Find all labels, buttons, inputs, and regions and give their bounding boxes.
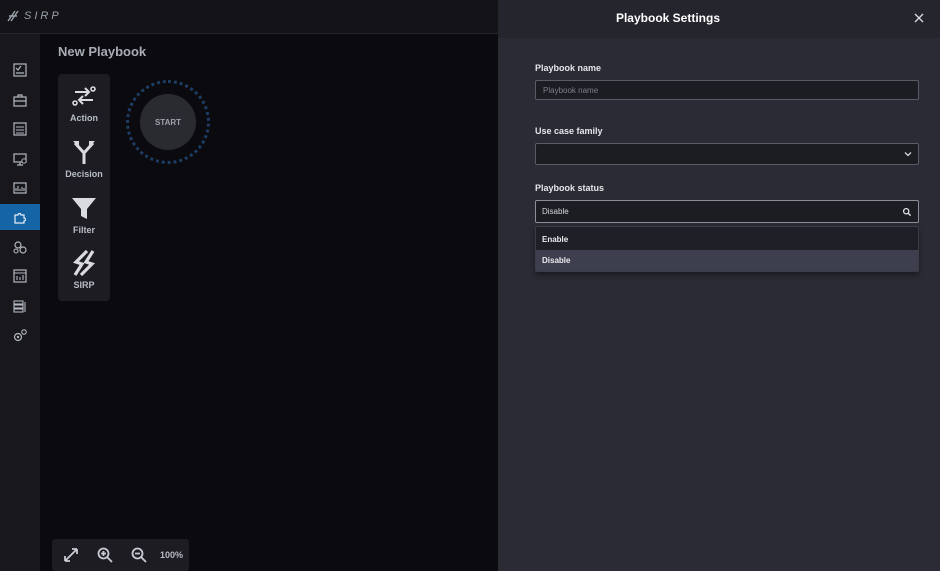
status-dropdown: Enable Disable <box>535 226 919 272</box>
sirp-logo[interactable]: SIRP <box>6 9 62 23</box>
use-case-family-label: Use case family <box>535 126 603 136</box>
decision-tool[interactable]: Decision <box>58 138 110 179</box>
playbook-status-label: Playbook status <box>535 183 605 193</box>
start-node[interactable]: START <box>140 94 196 150</box>
sirp-icon <box>73 249 95 277</box>
nav-item-monitor[interactable] <box>0 146 40 172</box>
zoom-level: 100% <box>160 550 184 560</box>
list-icon <box>13 122 27 136</box>
nav-item-gears[interactable] <box>0 234 40 260</box>
close-icon[interactable] <box>912 11 926 25</box>
settings-icon <box>13 329 27 342</box>
node-palette: Action Decision Filter SIRP <box>58 74 110 301</box>
playbook-name-input[interactable] <box>535 80 919 100</box>
report-icon <box>13 269 27 283</box>
playbook-status-select[interactable]: Disable <box>535 200 919 223</box>
logo-mark-icon <box>7 10 19 22</box>
app-window: SIRP New Playbook Action Decision Filter… <box>0 0 940 571</box>
logo-text: SIRP <box>24 10 62 22</box>
nav-item-chart[interactable] <box>0 175 40 201</box>
filter-icon <box>72 198 96 219</box>
nav-item-server[interactable] <box>0 293 40 319</box>
filter-tool[interactable]: Filter <box>58 194 110 235</box>
status-option-disable[interactable]: Disable <box>536 250 918 271</box>
left-nav <box>0 34 40 571</box>
chart-icon <box>13 182 27 194</box>
briefcase-icon <box>13 94 27 107</box>
decision-icon <box>73 141 95 164</box>
playbook-status-value: Disable <box>542 207 569 216</box>
gears-icon <box>13 241 27 254</box>
nav-item-list[interactable] <box>0 116 40 142</box>
server-icon <box>13 300 26 313</box>
zoom-toolbar: 100% <box>52 539 189 571</box>
sirp-label: SIRP <box>73 280 95 290</box>
playbook-name-label: Playbook name <box>535 63 602 73</box>
nav-item-briefcase[interactable] <box>0 87 40 113</box>
action-label: Action <box>70 113 98 123</box>
nav-item-checklist[interactable] <box>0 57 40 83</box>
nav-item-reports[interactable] <box>0 263 40 289</box>
filter-label: Filter <box>72 225 95 235</box>
expand-icon <box>64 548 78 562</box>
zoom-in-button[interactable] <box>92 542 118 568</box>
page-title: New Playbook <box>58 44 147 59</box>
playbook-settings-panel: Playbook Settings Playbook name Use case… <box>498 0 940 571</box>
action-tool[interactable]: Action <box>58 82 110 123</box>
nav-item-playbooks[interactable] <box>0 204 40 230</box>
zoom-out-icon <box>131 547 147 563</box>
fit-to-screen-button[interactable] <box>58 542 84 568</box>
chevron-down-icon <box>904 152 912 157</box>
decision-label: Decision <box>65 169 103 179</box>
puzzle-icon <box>14 212 27 224</box>
nav-item-settings[interactable] <box>0 322 40 348</box>
checklist-icon <box>13 63 27 77</box>
zoom-out-button[interactable] <box>126 542 152 568</box>
sirp-tool[interactable]: SIRP <box>58 249 110 290</box>
start-label: START <box>154 117 182 127</box>
use-case-family-select[interactable] <box>535 143 919 165</box>
zoom-in-icon <box>97 547 113 563</box>
playbook-canvas[interactable]: New Playbook Action Decision Filter SIRP… <box>40 34 498 571</box>
action-icon <box>72 86 96 106</box>
search-icon <box>902 207 912 217</box>
panel-header: Playbook Settings <box>498 0 940 38</box>
panel-title: Playbook Settings <box>615 11 720 25</box>
status-option-enable[interactable]: Enable <box>536 229 918 250</box>
monitor-icon <box>13 153 27 166</box>
top-bar: SIRP <box>0 0 498 34</box>
